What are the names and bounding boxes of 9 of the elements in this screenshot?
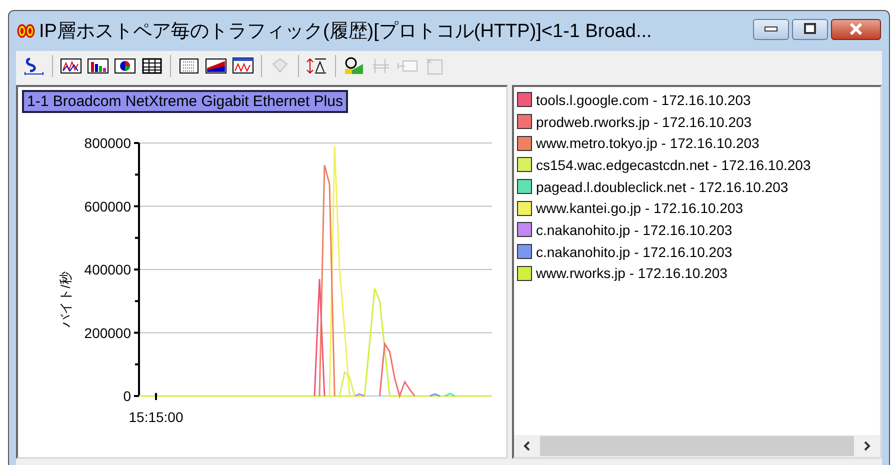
y-tick-label: 400000 [84,262,131,278]
window-title: IP層ホストペア毎のトラフィック(履歴)[プロトコル(HTTP)]<1-1 Broad... [39,20,653,44]
y-tick-label: 200000 [84,324,131,341]
y-tick-label: 800000 [84,135,131,151]
x-axis-time-label: 15:15:00 [128,409,184,425]
y-tick-label: 0 [123,388,131,404]
chart-heading: 1-1 Broadcom NetXtreme Gigabit Ethernet Plus [22,90,348,113]
y-tick-label: 600000 [84,198,131,214]
y-axis-label: バイト/秒 [58,272,73,328]
